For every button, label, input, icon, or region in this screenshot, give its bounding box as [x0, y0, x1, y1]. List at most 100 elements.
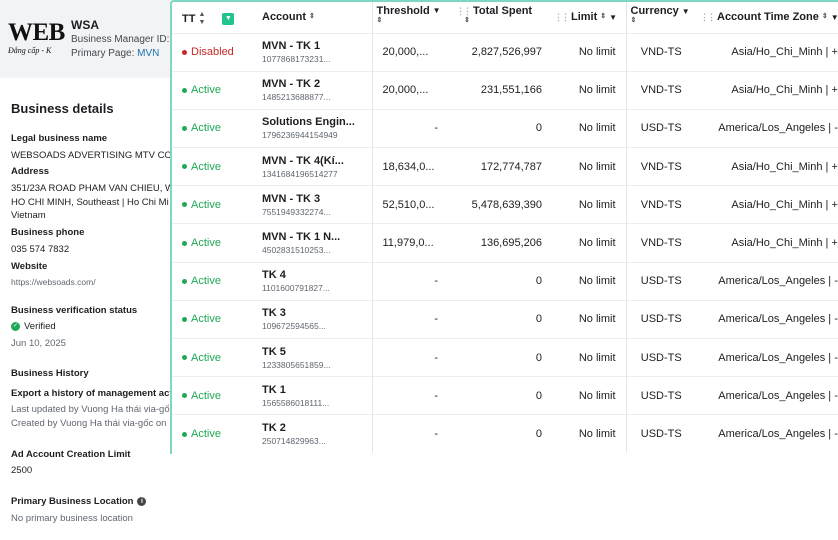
- header-account[interactable]: Account ⇕: [258, 2, 372, 33]
- account-cell[interactable]: MVN - TK 1 1077868173231...: [258, 32, 372, 72]
- status-text: Active: [191, 237, 221, 250]
- table-row[interactable]: Active TK 3 109672594565... - 0 No limit…: [172, 299, 838, 339]
- status-dot-icon: [182, 278, 187, 284]
- chevron-down-icon[interactable]: ▼: [682, 7, 690, 16]
- limit-cell: No limit: [550, 337, 626, 377]
- limit-cell: No limit: [550, 108, 626, 148]
- total-spent-cell: 231,551,166: [452, 70, 550, 110]
- status-text: Disabled: [191, 46, 234, 59]
- header-total-spent[interactable]: ⋮⋮Total Spent ▼ ⇕: [452, 2, 550, 33]
- chevron-down-icon[interactable]: ▼: [549, 7, 550, 16]
- primary-page-link[interactable]: MVN: [137, 48, 159, 59]
- currency-cell: USD-TS: [625, 261, 696, 301]
- account-name[interactable]: TK 3: [262, 307, 368, 319]
- chevron-down-icon[interactable]: ▼: [831, 13, 838, 22]
- status-cell: Active: [172, 223, 258, 263]
- header-limit[interactable]: ⋮⋮ Limit ⇕ ▼: [550, 2, 626, 33]
- account-name[interactable]: MVN - TK 3: [262, 193, 368, 205]
- primary-page: Primary Page: MVN: [71, 48, 159, 59]
- account-name[interactable]: TK 1: [262, 384, 368, 396]
- status-dot-icon: [182, 393, 187, 399]
- timezone-cell: America/Los_Angeles | -7: [696, 299, 838, 339]
- address-line-3: Vietnam: [11, 210, 46, 221]
- account-cell[interactable]: MVN - TK 1 N... 4502831510253...: [258, 223, 372, 263]
- table-row[interactable]: Active TK 1 1565586018111... - 0 No limi…: [172, 376, 838, 415]
- business-details-title: Business details: [11, 101, 114, 116]
- status-cell: Active: [172, 185, 258, 224]
- timezone-cell: Asia/Ho_Chi_Minh | +7: [696, 70, 838, 110]
- timezone-cell: America/Los_Angeles | -7: [696, 261, 838, 301]
- account-id: 1233805651859...: [262, 359, 331, 370]
- account-cell[interactable]: TK 2 250714829963...: [258, 414, 372, 454]
- account-cell[interactable]: MVN - TK 2 1485213688877...: [258, 70, 372, 110]
- header-timezone[interactable]: ⋮⋮ Account Time Zone ⇕ ▼: [696, 2, 838, 33]
- status-text: Active: [191, 313, 221, 326]
- legal-name-value: WEBSOADS ADVERTISING MTV COM: [11, 150, 175, 161]
- account-cell[interactable]: Solutions Engin... 1796236944154949: [258, 108, 372, 148]
- currency-cell: USD-TS: [625, 108, 696, 148]
- status-badge: Active: [182, 122, 254, 134]
- account-name[interactable]: MVN - TK 2: [262, 78, 368, 90]
- business-logo: WEBS Đẳng cấp - K: [8, 20, 66, 60]
- chevron-down-icon[interactable]: ▼: [433, 5, 441, 17]
- table-row[interactable]: Active TK 2 250714829963... - 0 No limit…: [172, 414, 838, 454]
- status-text: Active: [191, 122, 221, 135]
- status-cell: Disabled: [172, 32, 258, 72]
- table-row[interactable]: Active MVN - TK 4(Kí... 1341684196514277…: [172, 147, 838, 186]
- header-status-label: TT: [182, 13, 196, 25]
- account-name[interactable]: TK 5: [262, 346, 368, 358]
- table-row[interactable]: Active TK 5 1233805651859... - 0 No limi…: [172, 337, 838, 377]
- account-id: 250714829963...: [262, 436, 326, 447]
- total-spent-cell: 172,774,787: [452, 147, 550, 186]
- sort-icon: ⇕: [630, 17, 637, 24]
- account-id: 4502831510253...: [262, 245, 331, 256]
- table-row[interactable]: Active MVN - TK 2 1485213688877... 20,00…: [172, 70, 838, 110]
- table-row[interactable]: Disabled MVN - TK 1 1077868173231... 20,…: [172, 32, 838, 72]
- account-id: 1341684196514277: [262, 168, 338, 179]
- header-threshold[interactable]: Threshold ▼ ⇕: [371, 2, 452, 33]
- website-link[interactable]: https://websoads.com/: [11, 277, 96, 287]
- account-name[interactable]: MVN - TK 1: [262, 40, 368, 52]
- table-row[interactable]: Active TK 4 1101600791827... - 0 No limi…: [172, 261, 838, 301]
- total-spent-cell: 0: [452, 376, 550, 415]
- status-dot-icon: [182, 240, 187, 246]
- account-name[interactable]: Solutions Engin...: [262, 116, 368, 128]
- sort-icon: ⇕: [821, 13, 828, 20]
- drag-handle-icon[interactable]: ⋮⋮: [554, 12, 570, 23]
- chevron-down-icon[interactable]: ▼: [609, 13, 617, 22]
- account-cell[interactable]: MVN - TK 3 7551949332274...: [258, 185, 372, 224]
- table-row[interactable]: Active Solutions Engin... 17962369441549…: [172, 108, 838, 148]
- status-cell: Active: [172, 108, 258, 148]
- header-threshold-label: Threshold: [376, 5, 430, 17]
- drag-handle-icon[interactable]: ⋮⋮: [456, 6, 472, 17]
- account-id: 109672594565...: [262, 321, 326, 332]
- filter-icon[interactable]: ▼: [222, 13, 235, 25]
- export-history-link[interactable]: Export a history of management acti: [11, 388, 175, 399]
- address-line-2: HO CHI MINH, Southeast | Ho Chi Mi: [11, 197, 169, 208]
- account-name[interactable]: TK 2: [262, 422, 368, 434]
- drag-handle-icon[interactable]: ⋮⋮: [700, 12, 716, 23]
- threshold-cell: -: [371, 108, 452, 148]
- limit-cell: No limit: [550, 70, 626, 110]
- table-row[interactable]: Active MVN - TK 1 N... 4502831510253... …: [172, 223, 838, 263]
- timezone-cell: Asia/Ho_Chi_Minh | +7: [696, 32, 838, 72]
- sort-icon: ▲ ▼: [198, 11, 206, 26]
- account-cell[interactable]: TK 3 109672594565...: [258, 299, 372, 339]
- account-name[interactable]: MVN - TK 1 N...: [262, 231, 368, 243]
- business-manager-id: Business Manager ID: 1: [71, 34, 175, 45]
- limit-cell: No limit: [550, 32, 626, 72]
- currency-cell: VND-TS: [625, 32, 696, 72]
- account-cell[interactable]: TK 4 1101600791827...: [258, 261, 372, 301]
- header-status[interactable]: TT ▲ ▼ ▼: [172, 2, 258, 33]
- info-icon[interactable]: i: [137, 497, 147, 506]
- timezone-cell: America/Los_Angeles | -7: [696, 376, 838, 415]
- account-cell[interactable]: TK 1 1565586018111...: [258, 376, 372, 415]
- table-row[interactable]: Active MVN - TK 3 7551949332274... 52,51…: [172, 185, 838, 224]
- business-header: WEBS Đẳng cấp - K WSA Business Manager I…: [0, 0, 175, 78]
- timezone-cell: Asia/Ho_Chi_Minh | +7: [696, 147, 838, 186]
- account-name[interactable]: MVN - TK 4(Kí...: [262, 155, 368, 167]
- header-currency[interactable]: Currency ▼ ⇕: [625, 2, 696, 33]
- account-cell[interactable]: MVN - TK 4(Kí... 1341684196514277: [258, 147, 372, 186]
- account-cell[interactable]: TK 5 1233805651859...: [258, 337, 372, 377]
- account-name[interactable]: TK 4: [262, 269, 368, 281]
